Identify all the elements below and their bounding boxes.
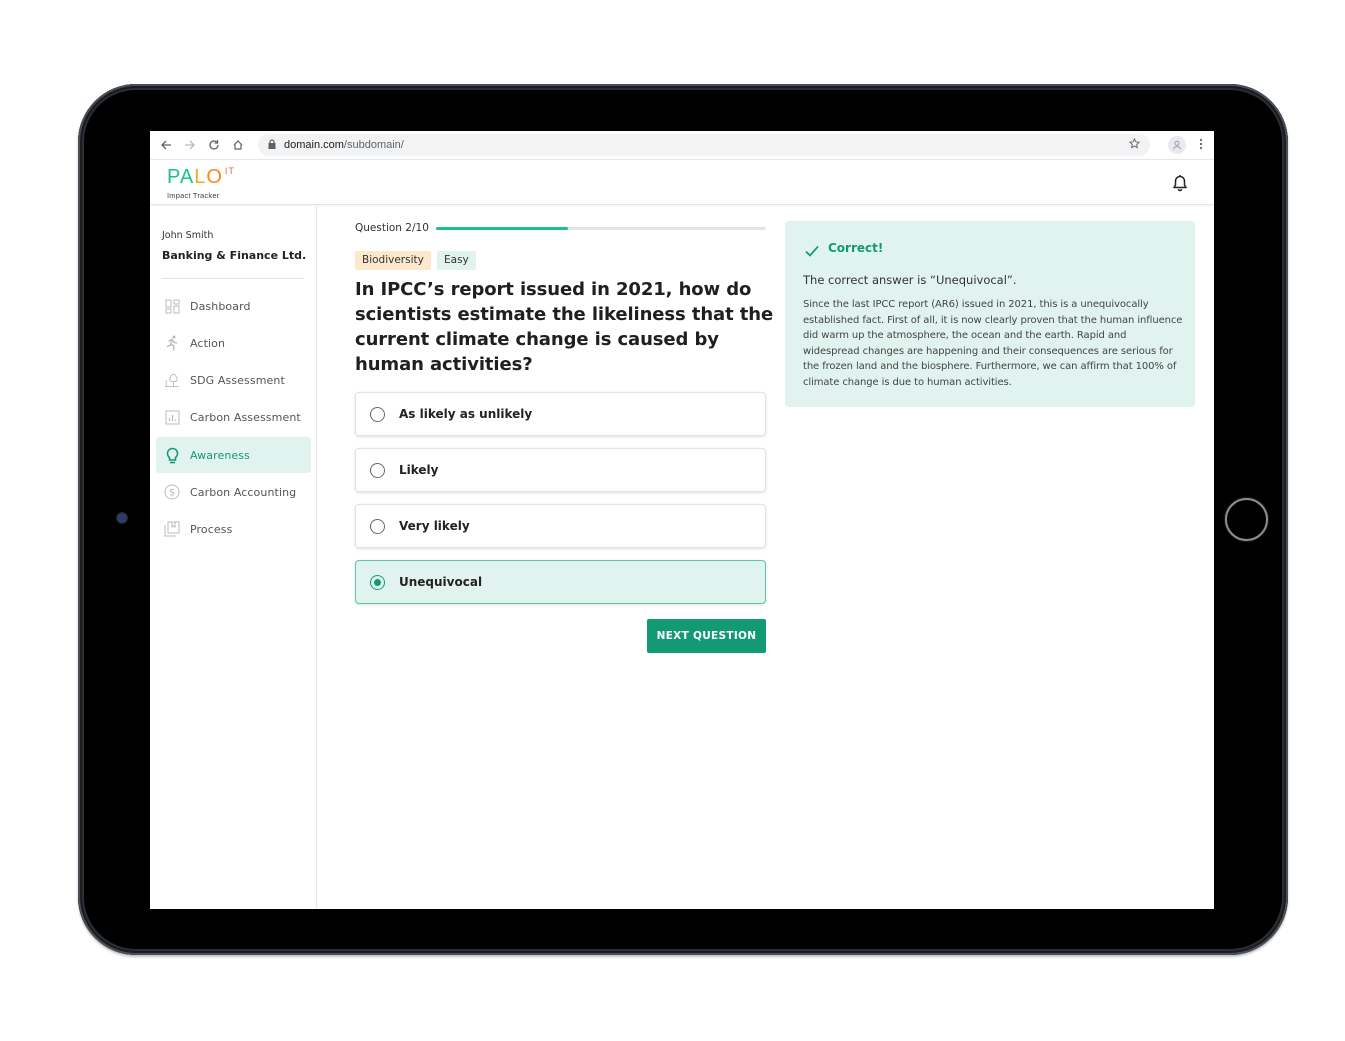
answer-option[interactable]: As likely as unlikely <box>355 392 766 436</box>
question-text: In IPCC’s report issued in 2021, how do … <box>355 279 774 375</box>
kebab-menu-icon[interactable] <box>1196 138 1206 153</box>
star-icon[interactable] <box>1128 137 1141 152</box>
home-icon[interactable] <box>226 133 250 157</box>
answer-option-label: Very likely <box>399 519 470 533</box>
sidebar-item-label: Dashboard <box>190 299 251 313</box>
check-icon <box>805 242 819 257</box>
running-person-icon <box>164 335 180 351</box>
front-camera <box>116 512 128 524</box>
sidebar-item-label: Process <box>190 522 233 536</box>
radio-button[interactable] <box>370 406 385 422</box>
browser-toolbar: domain.com/subdomain/ <box>150 131 1214 160</box>
feedback-explanation: Since the last IPCC report (AR6) issued … <box>803 299 1183 388</box>
app-header: PALO IT Impact Tracker <box>150 161 1214 205</box>
answer-option-label: Unequivocal <box>399 575 483 589</box>
sidebar-item-process[interactable]: Process <box>156 511 311 547</box>
sidebar-item-carbon-assessment[interactable]: Carbon Assessment <box>156 399 311 435</box>
back-arrow-icon[interactable] <box>154 133 178 157</box>
difficulty-tag: Easy <box>437 251 476 270</box>
bar-chart-icon <box>164 409 180 425</box>
sidebar-item-label: Carbon Assessment <box>190 410 301 424</box>
home-button[interactable] <box>1225 498 1268 541</box>
logo-subtitle: Impact Tracker <box>167 191 220 200</box>
svg-text:$: $ <box>169 488 175 499</box>
answer-option-label: As likely as unlikely <box>399 407 533 421</box>
sidebar: John Smith Banking & Finance Ltd. Dashbo… <box>150 206 317 909</box>
dollar-circle-icon: $ <box>164 484 180 500</box>
quiz-progress-bar <box>436 227 766 230</box>
sidebar-item-label: SDG Assessment <box>190 373 285 387</box>
forward-arrow-icon[interactable] <box>178 133 202 157</box>
logo-it: IT <box>224 166 235 176</box>
user-name: John Smith <box>162 230 214 241</box>
sidebar-item-awareness[interactable]: Awareness <box>156 437 311 473</box>
answer-option-label: Likely <box>399 463 439 477</box>
feedback-panel: Correct! The correct answer is “Unequivo… <box>785 221 1195 407</box>
answer-option[interactable]: Likely <box>355 448 766 492</box>
sidebar-item-label: Action <box>190 336 226 350</box>
lock-icon <box>268 139 276 151</box>
tree-icon <box>164 372 180 388</box>
topic-tag: Biodiversity <box>355 251 431 270</box>
url-host: domain.com <box>284 139 344 151</box>
radio-button[interactable] <box>370 518 385 534</box>
logo-pa: PA <box>167 166 195 188</box>
bookmark-stack-icon <box>164 521 180 537</box>
feedback-status: Correct! <box>828 241 884 255</box>
tablet-screen: domain.com/subdomain/ PALO IT Impact Trac… <box>150 131 1214 909</box>
reload-icon[interactable] <box>202 133 226 157</box>
answer-option[interactable]: Very likely <box>355 504 766 548</box>
bell-icon[interactable] <box>1172 174 1188 192</box>
sidebar-item-dashboard[interactable]: Dashboard <box>156 288 311 324</box>
lightbulb-icon <box>164 447 180 463</box>
answer-option-selected[interactable]: Unequivocal <box>355 560 766 604</box>
radio-button[interactable] <box>370 462 385 478</box>
quiz-main: Question 2/10 Biodiversity Easy In IPCC’… <box>318 206 1214 909</box>
logo-l: L <box>194 166 207 188</box>
sidebar-item-sdg-assessment[interactable]: SDG Assessment <box>156 362 311 398</box>
url-path: /subdomain/ <box>343 139 404 151</box>
sidebar-item-label: Carbon Accounting <box>190 485 297 499</box>
radio-button-checked[interactable] <box>370 574 385 590</box>
dashboard-icon <box>164 298 180 314</box>
correct-answer-line: The correct answer is “Unequivocal”. <box>803 273 1017 287</box>
sidebar-item-action[interactable]: Action <box>156 325 311 361</box>
sidebar-item-carbon-accounting[interactable]: $ Carbon Accounting <box>156 474 311 510</box>
question-counter: Question 2/10 <box>355 222 429 234</box>
sidebar-item-label: Awareness <box>190 448 250 462</box>
organization-name: Banking & Finance Ltd. <box>162 249 307 262</box>
quiz-progress-fill <box>436 227 568 230</box>
next-question-button[interactable]: NEXT QUESTION <box>647 619 766 653</box>
logo-o: O <box>206 166 223 188</box>
palo-it-logo[interactable]: PALO IT Impact Tracker <box>167 166 235 200</box>
profile-icon[interactable] <box>1168 136 1186 154</box>
sidebar-divider <box>162 278 304 279</box>
address-bar[interactable]: domain.com/subdomain/ <box>258 134 1150 156</box>
